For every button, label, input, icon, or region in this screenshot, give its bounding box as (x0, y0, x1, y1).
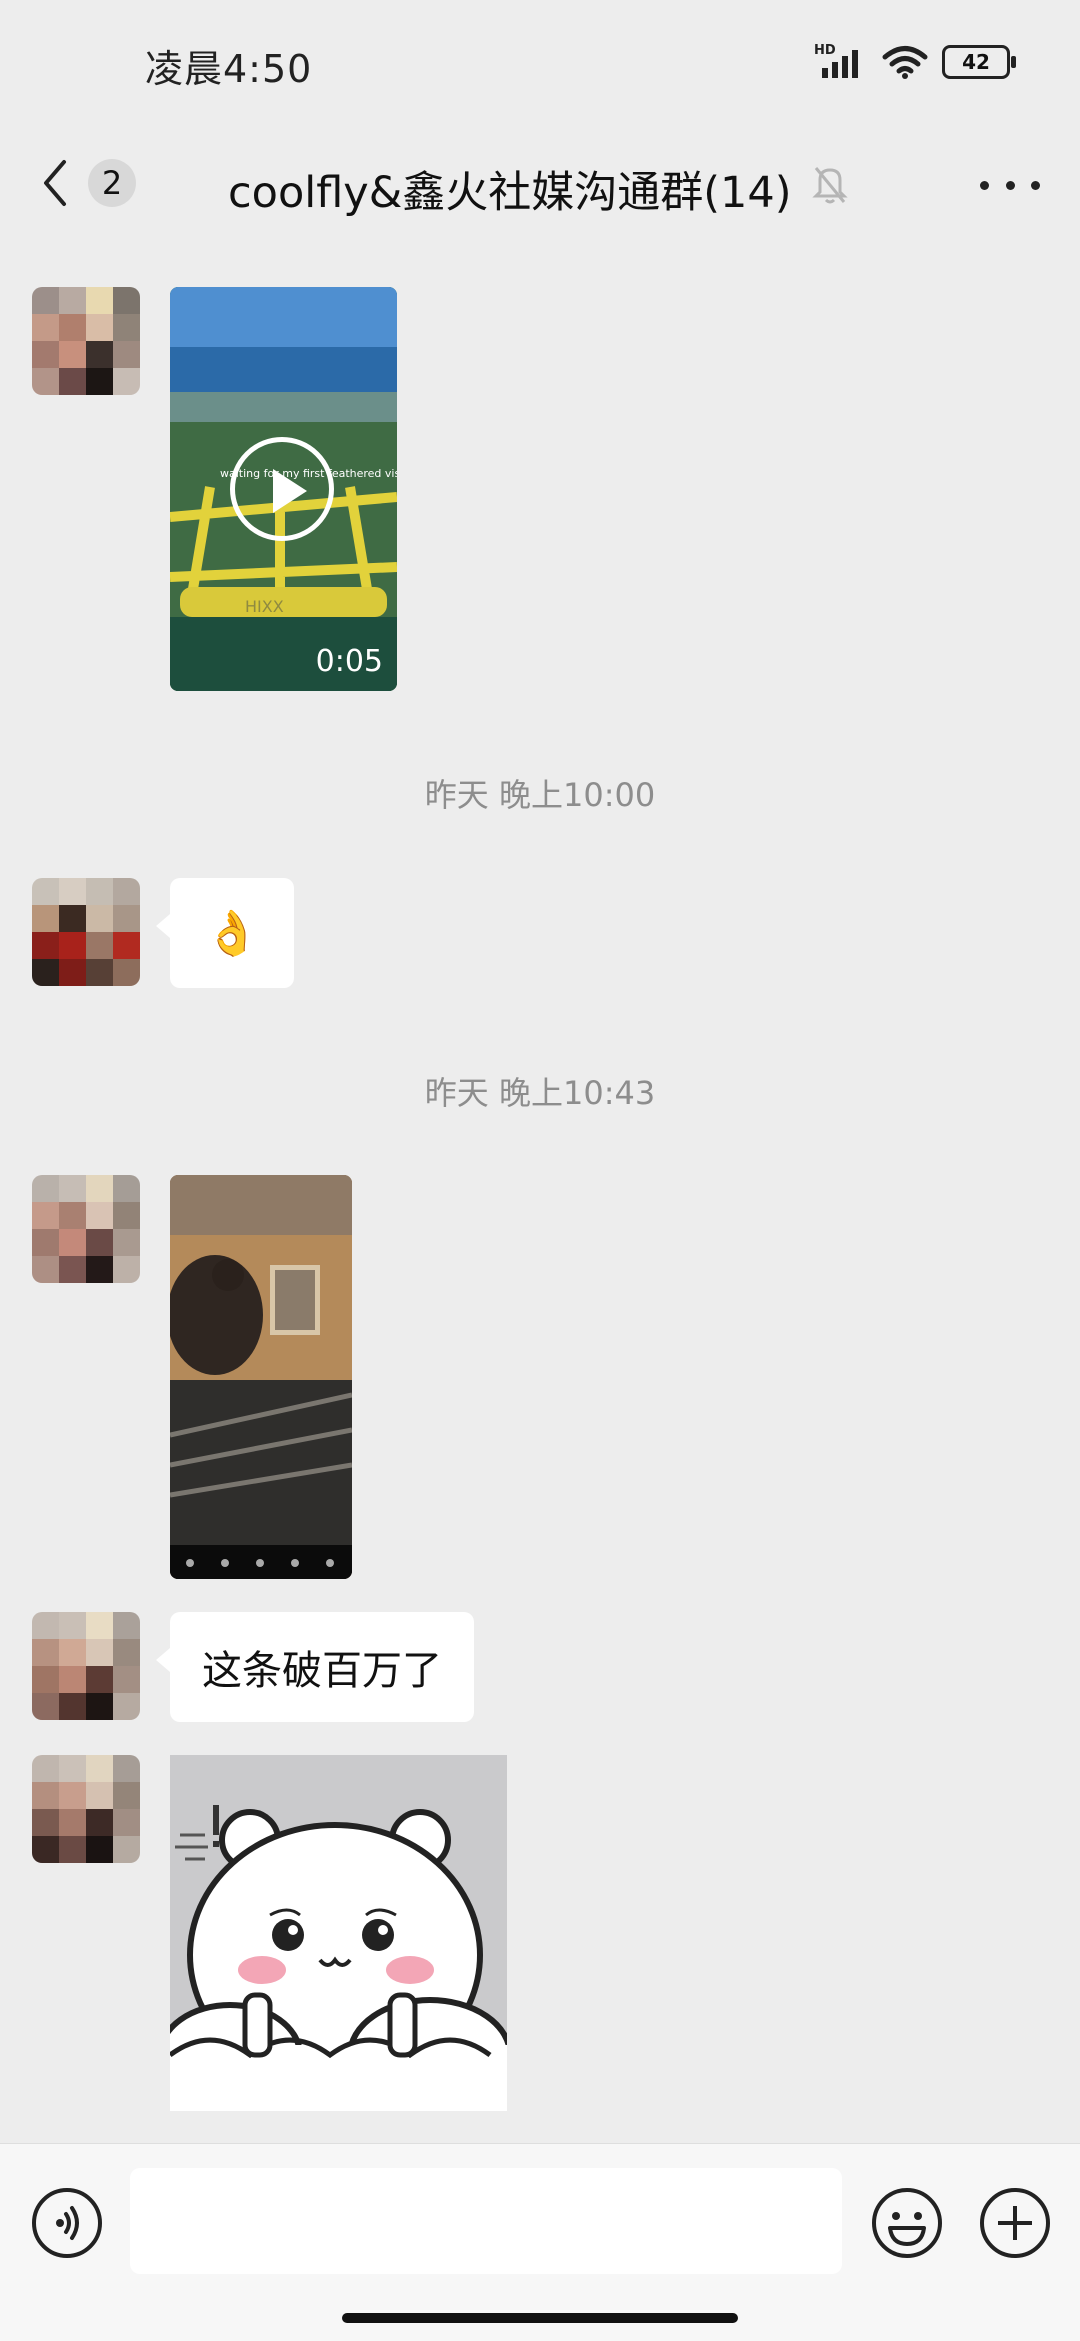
more-options-button[interactable] (980, 170, 1040, 200)
status-icons: HD 42 (814, 42, 1016, 82)
avatar[interactable] (32, 1175, 140, 1283)
sticker-message[interactable] (170, 1755, 507, 2111)
plus-icon[interactable] (978, 2186, 1052, 2260)
emoji-icon[interactable] (870, 2186, 944, 2260)
avatar[interactable] (32, 878, 140, 986)
input-bar (0, 2143, 1080, 2341)
emoji-message[interactable]: 👌 (156, 878, 294, 988)
unread-count-badge: 2 (88, 159, 136, 207)
timestamp: 昨天 晚上10:43 (424, 1074, 656, 1112)
chevron-left-icon (44, 160, 66, 206)
mute-bell-icon (812, 167, 848, 204)
svg-text:HD: HD (814, 43, 836, 58)
avatar[interactable] (32, 1612, 140, 1720)
signal-icon: HD (814, 43, 858, 78)
image-thumbnail (170, 1175, 352, 1579)
image-message[interactable] (170, 1175, 352, 1579)
timestamp: 昨天 晚上10:00 (424, 776, 656, 814)
video-message[interactable]: HIXX waiting for my first feathered visi… (170, 287, 397, 691)
avatar[interactable] (32, 1755, 140, 1863)
wifi-icon (882, 46, 928, 79)
status-bar: 凌晨4:50 HD 42 (0, 0, 1080, 130)
chat-title: coolfly&鑫火社媒沟通群(14) (228, 168, 792, 218)
status-time: 凌晨4:50 (145, 47, 313, 91)
svg-text:HIXX: HIXX (245, 597, 284, 616)
play-icon[interactable] (230, 437, 334, 541)
avatar[interactable] (32, 287, 140, 395)
message-input[interactable] (130, 2168, 842, 2274)
chat-header: 2 coolfly&鑫火社媒沟通群(14) (0, 130, 1080, 240)
text-message[interactable]: 这条破百万了 (156, 1612, 474, 1722)
home-indicator[interactable] (342, 2313, 738, 2323)
bear-sticker-icon (170, 1755, 507, 2111)
battery-indicator: 42 (942, 45, 1016, 79)
back-button[interactable]: 2 (40, 148, 140, 218)
video-duration: 0:05 (315, 644, 383, 679)
voice-input-icon[interactable] (30, 2186, 104, 2260)
